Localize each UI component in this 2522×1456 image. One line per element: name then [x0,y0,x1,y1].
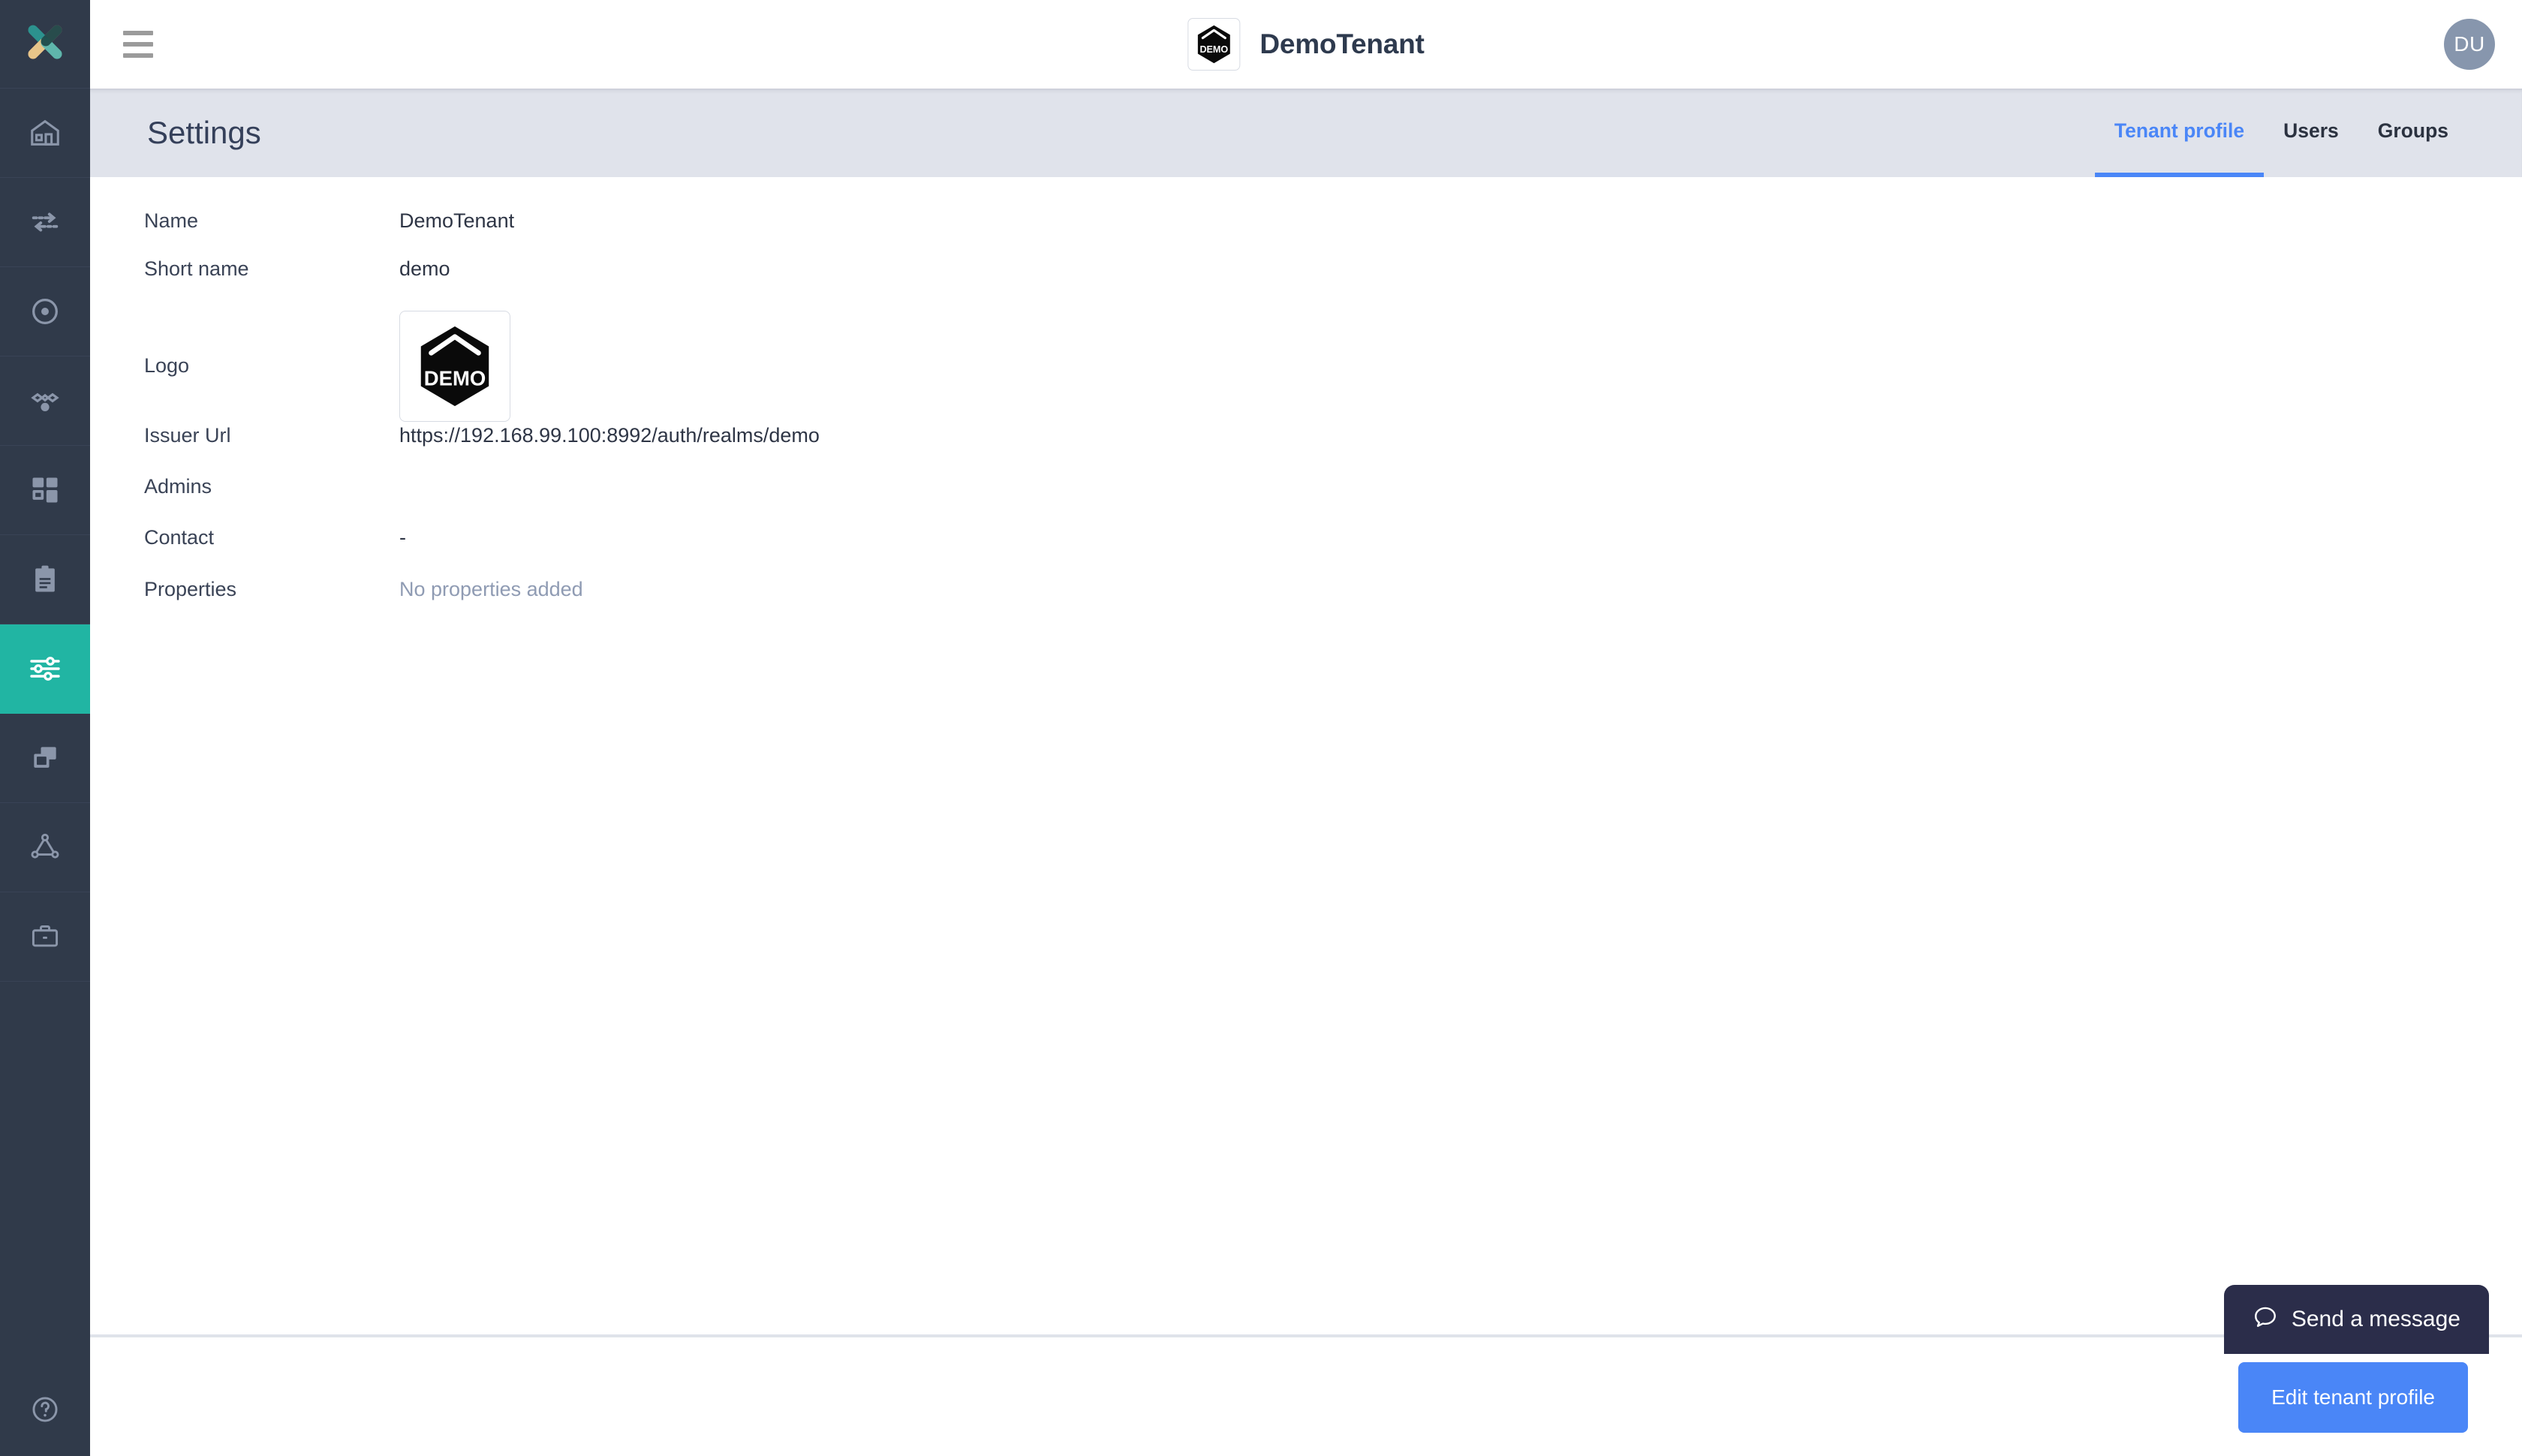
triangle-graph-icon [28,830,62,865]
page-header-bar: Settings Tenant profile Users Groups [90,89,2522,177]
send-a-message-widget[interactable]: Send a message [2223,1285,2489,1354]
sidebar-item-clipboard[interactable] [0,535,90,624]
transfer-arrows-icon [28,205,62,239]
field-value-issuer-url: https://192.168.99.100:8992/auth/realms/… [399,423,820,447]
tenant-logo-thumb: DEMO [1187,18,1241,71]
home-icon [28,116,62,150]
app-logo[interactable] [0,0,90,89]
tenant-name: DemoTenant [1259,29,1425,59]
briefcase-icon [29,920,62,953]
demo-hexagon-icon: DEMO [1197,25,1230,64]
field-label-properties: Properties [144,577,237,600]
field-value-short-name: demo [399,257,450,280]
hamburger-menu-icon[interactable] [117,23,159,65]
tab-bar: Tenant profile Users Groups [2094,89,2468,177]
field-value-name: DemoTenant [399,209,515,232]
tenant-profile-content: Name DemoTenant Short name demo Logo DEM… [90,177,2522,1334]
x-logo-icon [22,19,68,69]
sidebar-item-graph[interactable] [0,803,90,892]
sidebar-item-help[interactable] [0,1366,90,1456]
demo-hexagon-icon: DEMO [420,326,489,407]
sidebar-item-network[interactable] [0,356,90,446]
field-value-contact: - [399,525,406,549]
hamburger-line [123,31,153,35]
field-label-issuer-url: Issuer Url [144,423,231,447]
avatar[interactable]: DU [2444,19,2495,70]
tab-tenant-profile[interactable]: Tenant profile [2094,89,2265,177]
svg-text:DEMO: DEMO [424,367,486,390]
hamburger-line [123,53,153,58]
tenant-brand[interactable]: DEMO DemoTenant [1187,18,1425,71]
tenant-logo-preview[interactable]: DEMO [399,311,510,422]
hamburger-line [123,42,153,47]
chat-bubble-icon [2253,1304,2278,1335]
sidebar-item-target[interactable] [0,267,90,356]
sidebar-item-briefcase[interactable] [0,892,90,982]
footer-bar: Edit tenant profile [90,1334,2522,1456]
sidebar-item-duplicates[interactable] [0,714,90,803]
sliders-icon [27,651,63,687]
page-title: Settings [147,115,261,150]
edit-tenant-profile-button[interactable]: Edit tenant profile [2238,1362,2468,1433]
chat-widget-label: Send a message [2291,1307,2460,1331]
copy-windows-icon [29,742,62,775]
svg-text:DEMO: DEMO [1199,44,1228,55]
nodes-network-icon [27,383,63,419]
question-circle-icon [29,1393,62,1430]
sidebar-item-home[interactable] [0,89,90,178]
clipboard-icon [29,563,62,596]
sidebar-item-transfers[interactable] [0,178,90,267]
tab-groups[interactable]: Groups [2358,89,2468,177]
field-label-contact: Contact [144,525,215,549]
target-circle-icon [28,294,62,329]
field-label-logo: Logo [144,354,190,377]
field-label-name: Name [144,209,199,232]
tab-users[interactable]: Users [2264,89,2358,177]
field-label-short-name: Short name [144,257,249,280]
field-label-admins: Admins [144,474,212,498]
field-value-properties: No properties added [399,577,583,600]
sidebar-item-settings[interactable] [0,624,90,714]
sidebar [0,0,90,1456]
sidebar-item-apps[interactable] [0,446,90,535]
grid-squares-icon [29,474,62,507]
top-bar: DEMO DemoTenant DU [90,0,2522,89]
